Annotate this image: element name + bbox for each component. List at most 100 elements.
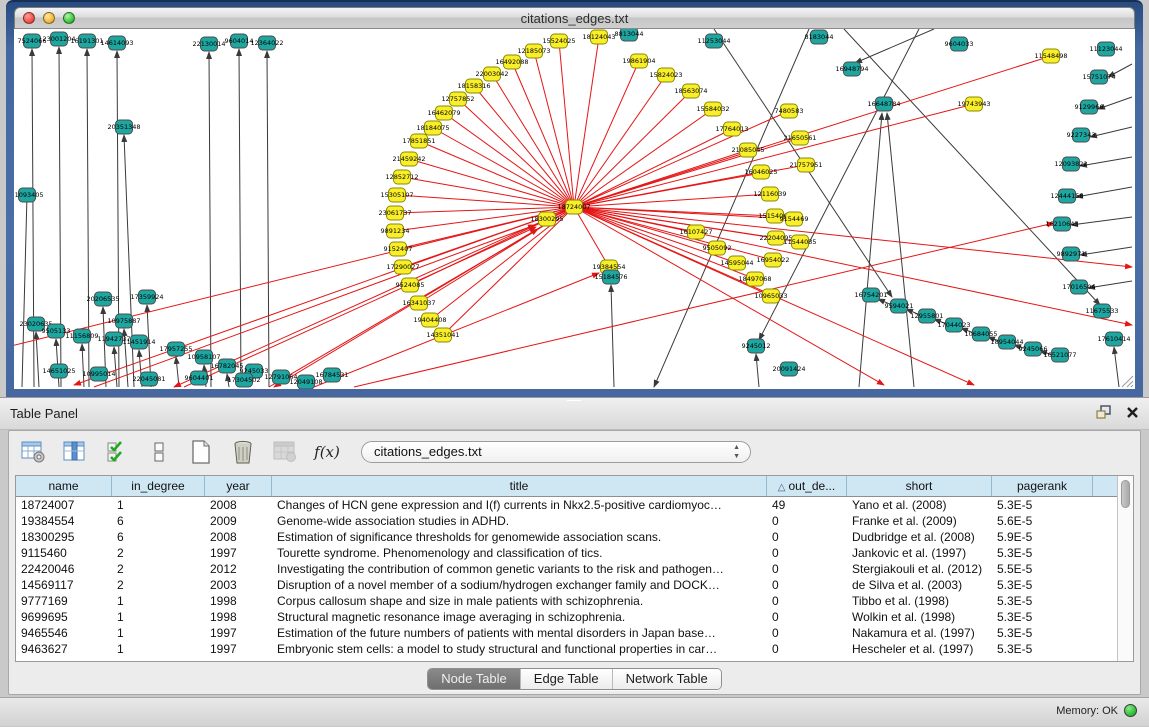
function-builder-button[interactable]: f(x) — [313, 438, 341, 466]
tab-network-table[interactable]: Network Table — [612, 669, 721, 689]
graph-node[interactable]: 19743943 — [957, 97, 990, 111]
column-header-year[interactable]: year — [205, 476, 272, 496]
destroy-table-button-disabled[interactable] — [271, 438, 299, 466]
graph-node[interactable]: 10975887 — [107, 314, 140, 328]
graph-node[interactable]: 9604014 — [225, 34, 254, 48]
column-header-title[interactable]: title — [272, 476, 767, 496]
delete-trash-button[interactable] — [229, 438, 257, 466]
graph-node[interactable]: 19404408 — [413, 313, 446, 327]
table-row[interactable]: 946554611997Estimation of the future num… — [16, 625, 1117, 641]
graph-node[interactable]: 9152407 — [384, 242, 413, 256]
graph-node[interactable]: 16341037 — [402, 296, 435, 310]
graph-node[interactable]: 12852712 — [385, 170, 418, 184]
table-row[interactable]: 2242004622012Investigating the contribut… — [16, 561, 1117, 577]
show-column-button[interactable] — [61, 438, 89, 466]
graph-node[interactable]: 11451914 — [122, 335, 155, 349]
graph-node[interactable]: 11544035 — [783, 235, 816, 249]
table-row[interactable]: 1456911722003Disruption of a novel membe… — [16, 577, 1117, 593]
graph-node[interactable]: 19861904 — [622, 54, 655, 68]
table-row[interactable]: 946362711997Embryonic stem cells: a mode… — [16, 641, 1117, 657]
graph-node[interactable]: 9891234 — [381, 224, 410, 238]
graph-node[interactable]: 12093822 — [1054, 157, 1087, 171]
graph-node[interactable]: 9604033 — [945, 37, 974, 51]
graph-node[interactable]: 17359924 — [130, 290, 163, 304]
graph-node[interactable]: 15751074 — [1082, 70, 1115, 84]
window-titlebar[interactable]: citations_edges.txt — [14, 7, 1135, 29]
graph-node[interactable]: 23061737 — [378, 206, 411, 220]
graph-node[interactable]: 12364022 — [250, 36, 283, 50]
graph-node[interactable]: 22130014 — [192, 37, 225, 51]
graph-node[interactable]: 17764013 — [715, 122, 748, 136]
graph-node[interactable]: 21093405 — [14, 188, 44, 202]
new-table-button[interactable] — [187, 438, 215, 466]
graph-node[interactable]: 20091424 — [772, 362, 805, 376]
scrollbar-thumb[interactable] — [1121, 480, 1130, 508]
graph-node[interactable]: 14614093 — [100, 36, 133, 50]
graph-node[interactable]: 8813044 — [615, 29, 644, 41]
graph-node[interactable]: 18184075 — [416, 121, 449, 135]
graph-node[interactable]: 16521077 — [1043, 348, 1076, 362]
tab-edge-table[interactable]: Edge Table — [520, 669, 612, 689]
graph-node[interactable]: 12185073 — [517, 44, 550, 58]
column-header-name[interactable]: name — [16, 476, 112, 496]
graph-node[interactable]: 9129966 — [1075, 100, 1104, 114]
graph-node[interactable]: 14651025 — [42, 364, 75, 378]
graph-node[interactable]: 9604401 — [185, 371, 214, 385]
graph-node[interactable]: 22003042 — [475, 67, 508, 81]
graph-node[interactable]: 17016504 — [1062, 280, 1095, 294]
table-row[interactable]: 977716911998Corpus callosum shape and si… — [16, 593, 1117, 609]
table-row[interactable]: 1938455462009Genome-wide association stu… — [16, 513, 1117, 529]
graph-node[interactable]: 21085045 — [731, 143, 764, 157]
table-row[interactable]: 1830029562008Estimation of significance … — [16, 529, 1117, 545]
graph-node[interactable]: 16948794 — [835, 62, 868, 76]
graph-node[interactable]: 9154469 — [780, 212, 809, 226]
graph-node[interactable]: 21757951 — [789, 158, 822, 172]
graph-node[interactable]: 11548498 — [1034, 49, 1067, 63]
graph-node[interactable]: 16954022 — [756, 253, 789, 267]
graph-node[interactable]: 15524025 — [542, 34, 575, 48]
close-panel-icon[interactable] — [1126, 406, 1139, 419]
column-header-in_degree[interactable]: in_degree — [112, 476, 205, 496]
graph-node[interactable]: 16648784 — [867, 97, 900, 111]
graph-node[interactable]: 14595044 — [720, 256, 753, 270]
graph-node[interactable]: 12757852 — [441, 92, 474, 106]
graph-node[interactable]: 9594021 — [885, 299, 914, 313]
select-all-button[interactable] — [103, 438, 131, 466]
graph-node[interactable]: 18158316 — [457, 79, 490, 93]
table-row[interactable]: 1872400712008Changes of HCN gene express… — [16, 497, 1117, 513]
graph-node[interactable]: 21650561 — [783, 131, 816, 145]
graph-node[interactable]: 15824023 — [649, 68, 682, 82]
graph-node[interactable]: 20351348 — [107, 120, 140, 134]
tab-node-table[interactable]: Node Table — [428, 669, 520, 689]
zoom-window-button[interactable] — [63, 12, 75, 24]
graph-node[interactable]: 9524085 — [396, 278, 425, 292]
table-vertical-scrollbar[interactable] — [1117, 476, 1133, 661]
graph-node[interactable]: 20206535 — [86, 292, 119, 306]
graph-node[interactable]: 18124043 — [582, 30, 615, 44]
graph-node[interactable]: 15184576 — [594, 270, 627, 284]
column-header-short[interactable]: short — [847, 476, 992, 496]
graph-node[interactable]: 16462079 — [427, 106, 460, 120]
column-header-out_de[interactable]: △out_de... — [767, 476, 847, 496]
graph-node[interactable]: 16754201 — [854, 288, 887, 302]
graph-node[interactable]: 16191301 — [70, 34, 103, 48]
close-window-button[interactable] — [23, 12, 35, 24]
graph-node[interactable]: 16046025 — [744, 165, 777, 179]
graph-node[interactable]: 10965033 — [754, 289, 787, 303]
table-row[interactable]: 969969511998Structural magnetic resonanc… — [16, 609, 1117, 625]
graph-node[interactable]: 22045081 — [132, 372, 165, 386]
table-settings-button[interactable] — [19, 438, 47, 466]
graph-node[interactable]: 9245012 — [742, 339, 771, 353]
graph-node[interactable]: 8183044 — [805, 30, 834, 44]
float-panel-icon[interactable] — [1096, 405, 1112, 420]
graph-node[interactable]: 15305107 — [380, 188, 413, 202]
graph-node[interactable]: 9227343 — [1067, 128, 1096, 142]
graph-node[interactable]: 11123044 — [1089, 42, 1122, 56]
minimize-window-button[interactable] — [43, 12, 55, 24]
graph-node[interactable]: 17610414 — [1097, 332, 1130, 346]
clear-selection-button[interactable] — [145, 438, 173, 466]
table-row[interactable]: 911546021997Tourette syndrome. Phenomeno… — [16, 545, 1117, 561]
graph-node[interactable]: 12116039 — [753, 187, 786, 201]
resize-grip-icon[interactable] — [1118, 372, 1134, 388]
graph-node[interactable]: 18563074 — [674, 84, 707, 98]
